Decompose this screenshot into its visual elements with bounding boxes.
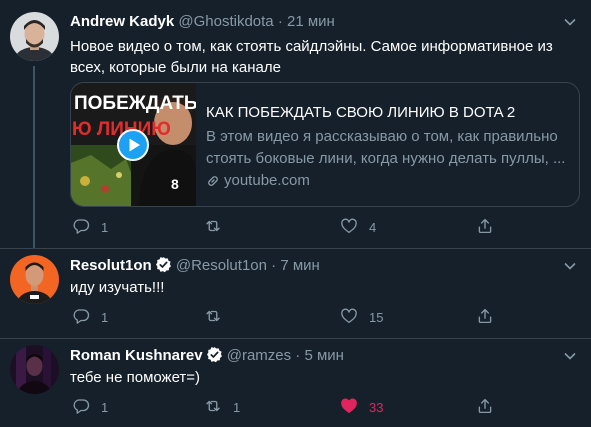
like-icon — [340, 397, 358, 418]
thumbnail-caption-1: ПОБЕЖДАТЬ — [74, 93, 196, 114]
caret-down-icon[interactable] — [563, 259, 577, 273]
separator-dot: · — [271, 257, 277, 274]
share-button[interactable] — [476, 307, 494, 327]
video-thumbnail[interactable]: 8 ПОБЕЖДАТЬ Ю ЛИНИЮ — [71, 83, 198, 206]
share-icon — [476, 397, 494, 418]
caret-down-icon[interactable] — [563, 15, 577, 29]
play-icon[interactable] — [117, 129, 149, 161]
tweet-roman-kushnarev[interactable]: Roman Kushnarev @ramzes · 5 мин тебе не … — [0, 339, 591, 427]
link-card[interactable]: 8 ПОБЕЖДАТЬ Ю ЛИНИЮ КАК ПОБЕЖДАТЬ СВОЮ Л… — [70, 82, 580, 207]
author-name[interactable]: Resolut1on — [70, 257, 152, 274]
tweet-text: тебе не поможет=) — [70, 369, 201, 386]
like-count: 4 — [369, 219, 377, 235]
like-icon — [340, 217, 358, 238]
retweet-button[interactable] — [204, 217, 233, 237]
author-name[interactable]: Roman Kushnarev — [70, 347, 203, 364]
card-title: КАК ПОБЕЖДАТЬ СВОЮ ЛИНИЮ В DOTA 2 — [206, 104, 516, 121]
tweet-header: Resolut1on @Resolut1on · 7 мин — [70, 256, 320, 276]
tweet-text: Новое видео о том, как стоять сайдлэйны.… — [70, 38, 553, 76]
tweet-actions: 1 1 33 — [72, 397, 502, 417]
like-button-active[interactable]: 33 — [340, 397, 383, 417]
author-handle[interactable]: @ramzes — [227, 347, 291, 364]
tweet-text: иду изучать!!! — [70, 279, 165, 296]
separator-dot: · — [277, 13, 283, 30]
author-handle[interactable]: @Resolut1on — [176, 257, 267, 274]
card-description: В этом видео я рассказываю о том, как пр… — [206, 128, 566, 167]
separator-dot: · — [295, 347, 301, 364]
retweet-icon — [204, 217, 222, 238]
tweet-actions: 1 15 — [72, 307, 502, 327]
retweet-count: 1 — [233, 399, 241, 415]
avatar-andrew-kadyk[interactable] — [10, 12, 59, 61]
reply-button[interactable]: 1 — [72, 217, 108, 237]
retweet-icon — [204, 307, 222, 328]
link-icon — [206, 172, 224, 189]
share-icon — [476, 217, 494, 238]
retweet-icon — [204, 397, 222, 418]
card-body: КАК ПОБЕЖДАТЬ СВОЮ ЛИНИЮ В DOTA 2 В этом… — [206, 103, 571, 191]
verified-badge-icon — [206, 346, 223, 363]
card-domain-text: youtube.com — [224, 172, 310, 189]
share-icon — [476, 307, 494, 328]
like-count: 15 — [369, 309, 384, 325]
share-button[interactable] — [476, 397, 494, 417]
reply-count: 1 — [101, 219, 109, 235]
like-button[interactable]: 4 — [340, 217, 376, 237]
tweet-header: Roman Kushnarev @ramzes · 5 мин — [70, 346, 344, 366]
share-button[interactable] — [476, 217, 494, 237]
thread-line — [33, 66, 35, 248]
reply-count: 1 — [101, 399, 109, 415]
tweet-actions: 1 4 — [72, 217, 502, 237]
timestamp[interactable]: 7 мин — [280, 257, 320, 274]
reply-icon — [72, 397, 90, 418]
reply-button[interactable]: 1 — [72, 307, 108, 327]
avatar-roman-kushnarev[interactable] — [10, 345, 59, 394]
card-domain: youtube.com — [206, 171, 571, 191]
caret-down-icon[interactable] — [563, 349, 577, 363]
verified-badge-icon — [155, 256, 172, 273]
timestamp[interactable]: 5 мин — [304, 347, 344, 364]
svg-text:8: 8 — [171, 176, 179, 192]
reply-button[interactable]: 1 — [72, 397, 108, 417]
like-icon — [340, 307, 358, 328]
retweet-button[interactable]: 1 — [204, 397, 240, 417]
tweet-header: Andrew Kadyk @Ghostikdota · 21 мин — [70, 12, 335, 32]
author-handle[interactable]: @Ghostikdota — [178, 13, 273, 30]
tweet-resolut1on[interactable]: Resolut1on @Resolut1on · 7 мин иду изуча… — [0, 249, 591, 338]
timestamp[interactable]: 21 мин — [287, 13, 335, 30]
reply-count: 1 — [101, 309, 109, 325]
reply-icon — [72, 217, 90, 238]
like-count: 33 — [369, 399, 384, 415]
like-button[interactable]: 15 — [340, 307, 383, 327]
avatar-resolut1on[interactable] — [10, 255, 59, 304]
retweet-button[interactable] — [204, 307, 233, 327]
reply-icon — [72, 307, 90, 328]
author-name[interactable]: Andrew Kadyk — [70, 13, 174, 30]
tweet-andrew-kadyk[interactable]: Andrew Kadyk @Ghostikdota · 21 мин Новое… — [0, 0, 591, 248]
